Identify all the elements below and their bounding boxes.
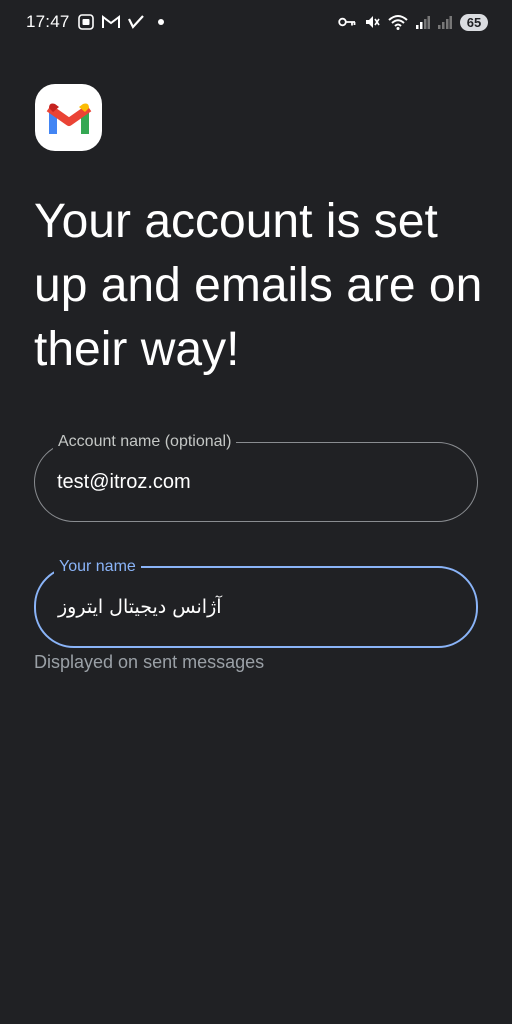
page-title: Your account is set up and emails are on… (34, 195, 483, 376)
your-name-helper-text: Displayed on sent messages (34, 652, 265, 672)
signal-icon-2 (438, 15, 452, 29)
checkmark-icon (127, 15, 144, 29)
gmail-notification-icon (101, 15, 120, 29)
status-time: 17:47 (26, 12, 70, 31)
dot-icon (157, 19, 164, 25)
battery-icon: 65 (460, 13, 488, 31)
status-right: 65 (338, 13, 488, 31)
key-icon (338, 16, 356, 28)
account-name-field[interactable]: Account name (optional) test@itroz.com (34, 432, 478, 522)
status-bar: 17:47 65 (0, 0, 512, 44)
signal-icon (416, 15, 430, 29)
your-name-input[interactable]: آژانس دیجیتال ایتروز (58, 568, 454, 646)
gmail-logo (35, 84, 102, 151)
wifi-icon (388, 14, 408, 30)
screenshot-icon (77, 14, 94, 30)
your-name-field[interactable]: Your name آژانس دیجیتال ایتروز (34, 557, 478, 648)
account-name-input[interactable]: test@itroz.com (57, 443, 455, 521)
mute-icon (364, 14, 380, 30)
status-left: 17:47 (26, 12, 164, 32)
